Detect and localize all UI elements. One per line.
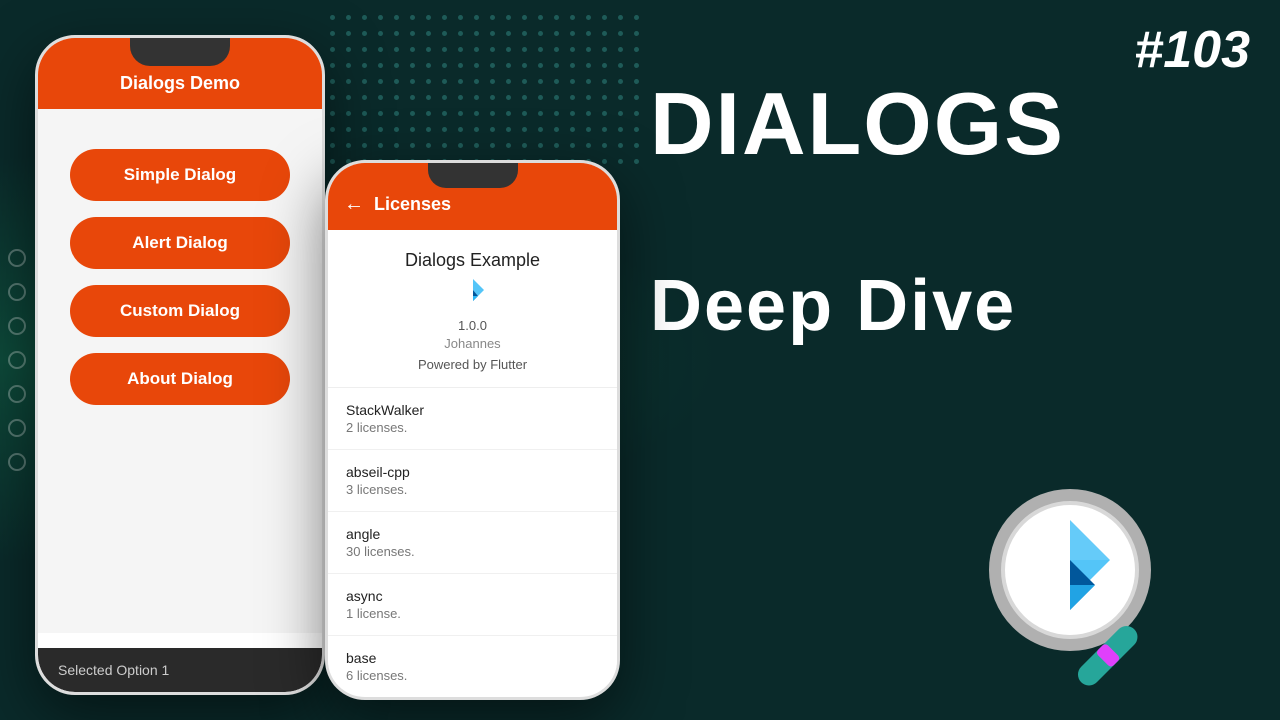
phone-1-body: Simple Dialog Alert Dialog Custom Dialog… [38,109,322,633]
side-circle-7 [8,453,26,471]
hero-subtitle: Deep Dive [650,270,1250,342]
license-count-base: 6 licenses. [346,668,599,683]
license-name-base: base [346,650,599,666]
side-circles-decoration [8,249,26,471]
license-name-stackwalker: StackWalker [346,402,599,418]
phone-mockup-2: ← Licenses Dialogs Example 1.0.0 Johanne… [325,160,620,700]
flutter-logo-small [338,277,607,312]
phone-mockup-1: Dialogs Demo Simple Dialog Alert Dialog … [35,35,325,695]
license-count-abseil: 3 licenses. [346,482,599,497]
licenses-app-name: Dialogs Example [338,250,607,271]
side-circle-6 [8,419,26,437]
license-item-base[interactable]: base 6 licenses. [328,636,617,689]
license-count-stackwalker: 2 licenses. [346,420,599,435]
licenses-app-info: Dialogs Example 1.0.0 Johannes Powered b… [328,230,617,388]
license-count-angle: 30 licenses. [346,544,599,559]
phone-2-body: Dialogs Example 1.0.0 Johannes Powered b… [328,230,617,689]
phone-1-footer: Selected Option 1 [38,648,322,692]
license-count-async: 1 license. [346,606,599,621]
license-item-async[interactable]: async 1 license. [328,574,617,636]
license-item-stackwalker[interactable]: StackWalker 2 licenses. [328,388,617,450]
license-item-abseil[interactable]: abseil-cpp 3 licenses. [328,450,617,512]
phone-2-notch [428,163,518,188]
phone-1-notch [130,38,230,66]
back-arrow-icon[interactable]: ← [344,193,364,216]
side-circle-3 [8,317,26,335]
licenses-author: Johannes [338,336,607,351]
about-dialog-button[interactable]: About Dialog [70,353,290,405]
license-name-angle: angle [346,526,599,542]
dot-grid-decoration: const dc = document.querySelector('.dots… [330,15,646,171]
license-name-async: async [346,588,599,604]
simple-dialog-button[interactable]: Simple Dialog [70,149,290,201]
hero-title: DIALOGS [650,80,1250,168]
licenses-version: 1.0.0 [338,318,607,333]
powered-by-label: Powered by Flutter [338,357,607,372]
phone-2-title: Licenses [374,194,451,215]
license-item-angle[interactable]: angle 30 licenses. [328,512,617,574]
side-circle-1 [8,249,26,267]
episode-number: #103 [1134,20,1250,80]
phone-1-title: Dialogs Demo [58,73,302,94]
side-circle-4 [8,351,26,369]
side-circle-2 [8,283,26,301]
license-name-abseil: abseil-cpp [346,464,599,480]
flutter-magnifier-icon [970,470,1190,690]
side-circle-5 [8,385,26,403]
alert-dialog-button[interactable]: Alert Dialog [70,217,290,269]
custom-dialog-button[interactable]: Custom Dialog [70,285,290,337]
